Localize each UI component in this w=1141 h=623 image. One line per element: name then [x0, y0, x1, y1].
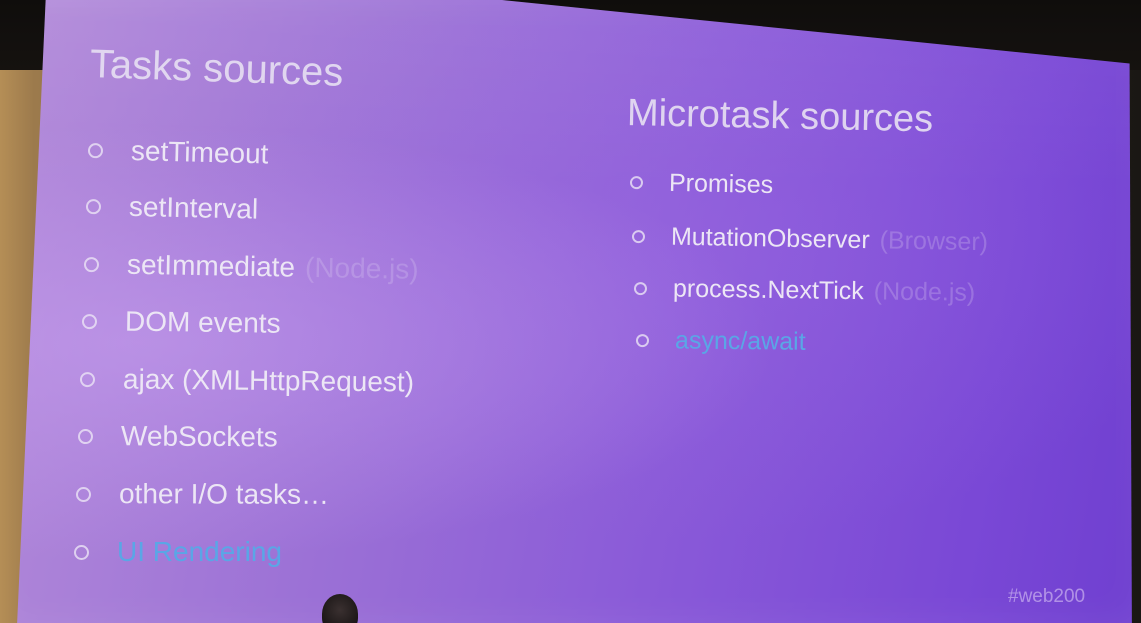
microtask-source-label: MutationObserver [670, 222, 870, 255]
microtask-source-item: process.NextTick (Node.js) [633, 274, 976, 308]
circle-bullet-icon [74, 544, 89, 560]
task-source-item: ajax (XMLHttpRequest) [79, 363, 424, 399]
microtask-source-label: process.NextTick [672, 274, 864, 306]
task-source-label: other I/O tasks… [118, 478, 330, 510]
circle-bullet-icon [87, 142, 104, 158]
circle-bullet-icon [75, 486, 92, 502]
tasks-sources-title: Tasks sources [89, 42, 345, 95]
task-source-label: setInterval [128, 190, 259, 225]
circle-bullet-icon [79, 371, 96, 387]
task-source-item: setTimeout [87, 134, 279, 171]
task-source-note: (Node.js) [304, 251, 419, 285]
task-source-item: UI Rendering [74, 536, 292, 568]
task-source-label: DOM events [124, 305, 281, 339]
microtask-source-item: Promises [629, 168, 784, 200]
task-source-item: WebSockets [77, 420, 288, 453]
task-source-item: other I/O tasks… [75, 478, 339, 511]
task-source-item: DOM events [81, 305, 291, 340]
task-source-label: ajax (XMLHttpRequest) [122, 363, 415, 398]
photo-scene: Tasks sources Microtask sources setTimeo… [0, 0, 1141, 623]
microtask-source-label: Promises [668, 168, 774, 199]
task-source-label: setImmediate [126, 248, 296, 283]
task-source-item: setInterval [85, 190, 269, 226]
circle-bullet-icon [631, 230, 646, 244]
task-source-label: WebSockets [120, 420, 278, 453]
circle-bullet-icon [77, 428, 94, 444]
microtask-source-item: MutationObserver (Browser) [631, 222, 989, 257]
microtask-source-item: async/await [635, 326, 816, 357]
microtask-source-note: (Node.js) [873, 277, 976, 307]
circle-bullet-icon [85, 198, 102, 214]
circle-bullet-icon [629, 176, 644, 190]
task-source-item: setImmediate (Node.js) [83, 248, 419, 286]
circle-bullet-icon [635, 334, 650, 348]
task-source-label: UI Rendering [117, 536, 282, 567]
circle-bullet-icon [81, 313, 98, 329]
circle-bullet-icon [83, 256, 100, 272]
event-hashtag: #web200 [1008, 586, 1086, 607]
circle-bullet-icon [633, 282, 648, 296]
microtask-sources-title: Microtask sources [626, 92, 934, 141]
microtask-source-label: async/await [674, 326, 806, 356]
task-source-label: setTimeout [130, 135, 269, 170]
microtask-source-note: (Browser) [879, 226, 989, 257]
